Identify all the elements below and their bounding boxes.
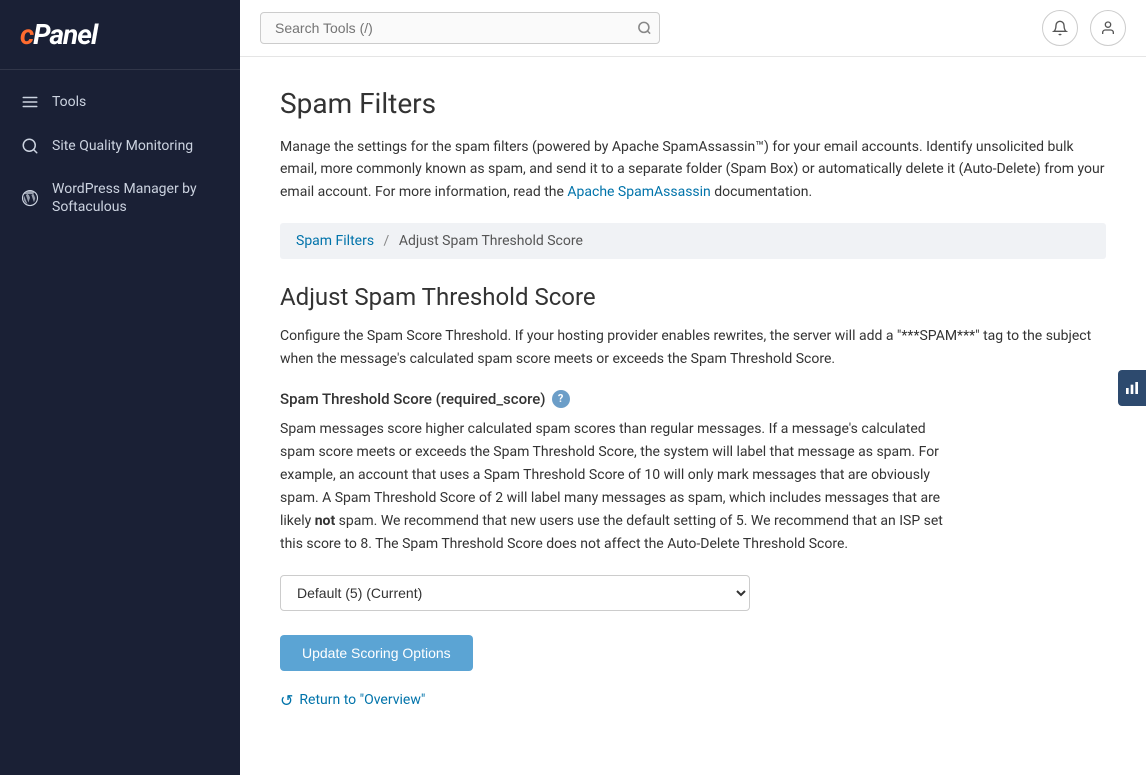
section-description: Configure the Spam Score Threshold. If y… (280, 325, 1106, 370)
return-overview-link[interactable]: ↺ Return to "Overview" (280, 691, 1106, 710)
topbar (240, 0, 1146, 57)
breadcrumb-parent-link[interactable]: Spam Filters (296, 233, 374, 249)
sidebar: cPanel Tools Site Quality Monitoring (0, 0, 240, 775)
wordpress-icon (20, 188, 40, 208)
right-side-panel[interactable] (1118, 370, 1146, 406)
return-icon: ↺ (280, 691, 293, 710)
sidebar-item-wordpress[interactable]: WordPress Manager by Softaculous (0, 168, 240, 228)
cpanel-logo: cPanel (20, 18, 220, 51)
breadcrumb-current: Adjust Spam Threshold Score (399, 233, 583, 249)
field-desc-bold: not (315, 513, 336, 529)
search-input[interactable] (260, 12, 660, 44)
field-desc-part2: spam. We recommend that new users use th… (280, 513, 943, 552)
bell-icon (1052, 20, 1068, 36)
field-description: Spam messages score higher calculated sp… (280, 418, 960, 557)
main-area: Spam Filters Manage the settings for the… (240, 0, 1146, 775)
tools-icon (20, 92, 40, 112)
sidebar-item-tools[interactable]: Tools (0, 80, 240, 124)
field-label-row: Spam Threshold Score (required_score) ? (280, 390, 1106, 408)
sidebar-wordpress-label: WordPress Manager by Softaculous (52, 180, 220, 216)
breadcrumb-separator: / (384, 233, 390, 249)
search-button[interactable] (637, 21, 652, 36)
update-scoring-options-button[interactable]: Update Scoring Options (280, 635, 473, 671)
return-link-label: Return to "Overview" (299, 692, 425, 708)
user-icon (1100, 20, 1116, 36)
chart-icon (1124, 380, 1140, 396)
sidebar-tools-label: Tools (52, 93, 86, 111)
spam-threshold-score-select[interactable]: Default (5) (Current) 2 3 4 5 6 7 8 10 (280, 575, 750, 611)
sidebar-item-site-quality[interactable]: Site Quality Monitoring (0, 124, 240, 168)
page-title: Spam Filters (280, 87, 1106, 120)
section-title: Adjust Spam Threshold Score (280, 283, 1106, 311)
content-area: Spam Filters Manage the settings for the… (240, 57, 1146, 775)
help-icon[interactable]: ? (552, 390, 570, 408)
notifications-button[interactable] (1042, 10, 1078, 46)
breadcrumb: Spam Filters / Adjust Spam Threshold Sco… (280, 223, 1106, 259)
intro-text: Manage the settings for the spam filters… (280, 136, 1106, 203)
apache-spamassassin-link[interactable]: Apache SpamAssassin (567, 184, 710, 200)
search-container (260, 12, 660, 44)
site-quality-icon (20, 136, 40, 156)
user-menu-button[interactable] (1090, 10, 1126, 46)
sidebar-navigation: Tools Site Quality Monitoring WordPress … (0, 70, 240, 238)
intro-text-part2: documentation. (711, 184, 812, 200)
sidebar-site-quality-label: Site Quality Monitoring (52, 137, 193, 155)
sidebar-logo: cPanel (0, 0, 240, 70)
field-label-text: Spam Threshold Score (required_score) (280, 390, 546, 408)
